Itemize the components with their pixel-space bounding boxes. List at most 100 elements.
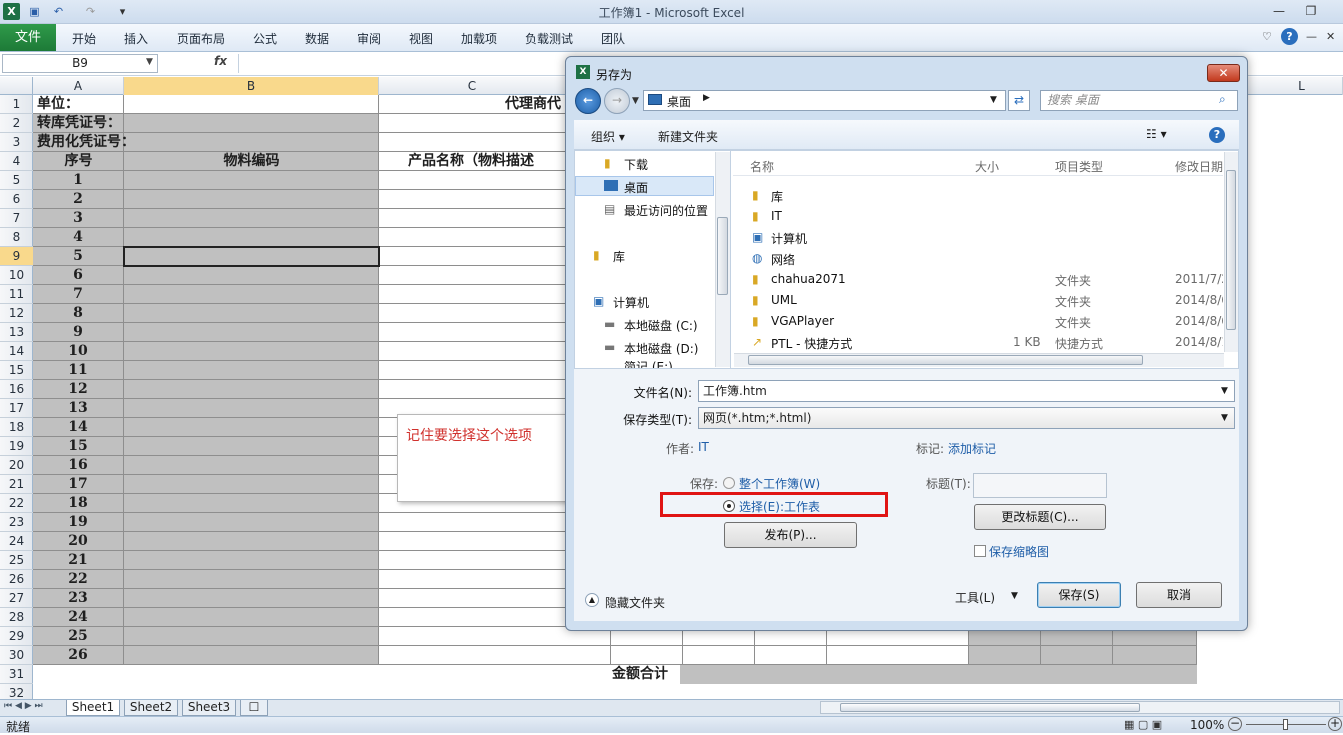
- horizontal-scroll-thumb[interactable]: [840, 703, 1140, 712]
- cell-product[interactable]: [379, 646, 611, 665]
- tab-home[interactable]: 开始: [72, 30, 96, 47]
- collapse-ribbon-icon[interactable]: ♡: [1262, 30, 1272, 43]
- tab-data[interactable]: 数据: [305, 30, 329, 47]
- sheet-tab-3[interactable]: Sheet3: [182, 700, 236, 716]
- restore-icon[interactable]: ❐: [1298, 3, 1324, 20]
- cell-material[interactable]: [124, 608, 379, 627]
- change-title-button[interactable]: 更改标题(C)...: [974, 504, 1106, 530]
- cell-seq[interactable]: 19: [33, 513, 124, 532]
- row-header[interactable]: 18: [0, 418, 33, 437]
- new-folder-button[interactable]: 新建文件夹: [658, 128, 718, 145]
- cell-material[interactable]: [124, 589, 379, 608]
- minimize-icon[interactable]: —: [1266, 3, 1292, 20]
- cell-material[interactable]: [124, 266, 379, 285]
- cell-right[interactable]: [1113, 646, 1197, 665]
- row-header[interactable]: 9: [0, 247, 33, 266]
- cell-b[interactable]: [124, 133, 379, 152]
- hide-folders-icon[interactable]: ▲: [585, 593, 599, 607]
- cell-material[interactable]: [124, 228, 379, 247]
- cell-material[interactable]: [124, 513, 379, 532]
- filename-dropdown-icon[interactable]: ▼: [1221, 386, 1228, 396]
- cell-seq[interactable]: 16: [33, 456, 124, 475]
- row-header[interactable]: 13: [0, 323, 33, 342]
- cell-material[interactable]: [124, 532, 379, 551]
- column-header-b[interactable]: B: [124, 77, 379, 95]
- tab-view[interactable]: 视图: [409, 30, 433, 47]
- cell-seq[interactable]: 5: [33, 247, 124, 266]
- column-size[interactable]: 大小: [975, 158, 999, 175]
- row-header[interactable]: 2: [0, 114, 33, 133]
- cancel-button[interactable]: 取消: [1136, 582, 1222, 608]
- row-header[interactable]: 30: [0, 646, 33, 665]
- cell-seq[interactable]: 22: [33, 570, 124, 589]
- zoom-level[interactable]: 100%: [1190, 718, 1224, 732]
- zoom-out-icon[interactable]: −: [1228, 717, 1242, 731]
- cell-material[interactable]: [124, 437, 379, 456]
- radio-entire-workbook[interactable]: [723, 477, 735, 489]
- nav-item-drive-d[interactable]: 本地磁盘 (D:): [624, 340, 698, 357]
- cell-seq[interactable]: 9: [33, 323, 124, 342]
- row-header[interactable]: 14: [0, 342, 33, 361]
- column-header-l[interactable]: L: [1261, 77, 1343, 95]
- row-header[interactable]: 16: [0, 380, 33, 399]
- insert-sheet-icon[interactable]: ☐: [240, 700, 268, 716]
- row-header[interactable]: 4: [0, 152, 33, 171]
- nav-item-drive-e[interactable]: 简记 (E:): [624, 361, 673, 368]
- row-header[interactable]: 28: [0, 608, 33, 627]
- cell-material[interactable]: [124, 361, 379, 380]
- forward-arrow-icon[interactable]: →: [604, 88, 630, 114]
- save-thumbnail-label[interactable]: 保存缩略图: [989, 543, 1049, 560]
- filetype-dropdown-icon[interactable]: ▼: [1221, 413, 1228, 423]
- sheet-nav-arrows-icon[interactable]: ⏮ ◀ ▶ ⏭: [4, 701, 43, 711]
- cell-material[interactable]: [124, 285, 379, 304]
- search-icon[interactable]: ⌕: [1219, 92, 1226, 107]
- row-header[interactable]: 24: [0, 532, 33, 551]
- nav-item-libraries[interactable]: 库: [613, 248, 625, 265]
- file-name[interactable]: UML: [771, 293, 797, 307]
- cell-seq[interactable]: 7: [33, 285, 124, 304]
- search-input[interactable]: 搜索 桌面: [1040, 90, 1238, 111]
- cell-b[interactable]: [124, 95, 379, 114]
- column-date[interactable]: 修改日期: [1175, 158, 1223, 175]
- publish-button[interactable]: 发布(P)...: [724, 522, 857, 548]
- row-header[interactable]: 11: [0, 285, 33, 304]
- row-header[interactable]: 10: [0, 266, 33, 285]
- view-options-icon[interactable]: ☷ ▾: [1146, 127, 1167, 141]
- tab-insert[interactable]: 插入: [124, 30, 148, 47]
- cell-right[interactable]: [755, 646, 827, 665]
- cell-seq[interactable]: 13: [33, 399, 124, 418]
- tab-file[interactable]: 文件: [0, 24, 56, 51]
- cell-material[interactable]: [124, 399, 379, 418]
- cell-material[interactable]: [124, 342, 379, 361]
- breadcrumb-chevron-icon[interactable]: ▶: [703, 93, 710, 103]
- filetype-select[interactable]: 网页(*.htm;*.html): [698, 407, 1235, 429]
- row-header[interactable]: 3: [0, 133, 33, 152]
- row-header[interactable]: 17: [0, 399, 33, 418]
- cell-b[interactable]: [124, 114, 379, 133]
- file-name[interactable]: IT: [771, 209, 782, 223]
- cell-seq[interactable]: 18: [33, 494, 124, 513]
- ribbon-minimize-icon[interactable]: —: [1306, 30, 1317, 43]
- tab-team[interactable]: 团队: [601, 30, 625, 47]
- sheet-tab-2[interactable]: Sheet2: [124, 700, 178, 716]
- file-list-hscroll-thumb[interactable]: [748, 355, 1143, 365]
- column-name[interactable]: 名称: [750, 158, 774, 175]
- row-header[interactable]: 31: [0, 665, 33, 684]
- cell-right[interactable]: [1041, 646, 1113, 665]
- zoom-in-icon[interactable]: +: [1328, 717, 1342, 731]
- file-name[interactable]: chahua2071: [771, 272, 846, 286]
- cell-right[interactable]: [827, 646, 969, 665]
- insert-function-icon[interactable]: fx: [214, 54, 227, 68]
- tools-dropdown-icon[interactable]: ▼: [1011, 591, 1018, 601]
- cell-material[interactable]: [124, 551, 379, 570]
- name-box[interactable]: B9: [2, 54, 158, 73]
- row-header[interactable]: 23: [0, 513, 33, 532]
- cell-seq[interactable]: 15: [33, 437, 124, 456]
- file-name[interactable]: 计算机: [771, 230, 807, 247]
- cell-right[interactable]: [683, 646, 755, 665]
- tab-load-test[interactable]: 负载测试: [525, 30, 573, 47]
- dialog-help-icon[interactable]: ?: [1209, 127, 1225, 143]
- name-box-dropdown-icon[interactable]: ▼: [146, 57, 153, 67]
- row-header[interactable]: 21: [0, 475, 33, 494]
- ribbon-close-icon[interactable]: ✕: [1326, 30, 1335, 43]
